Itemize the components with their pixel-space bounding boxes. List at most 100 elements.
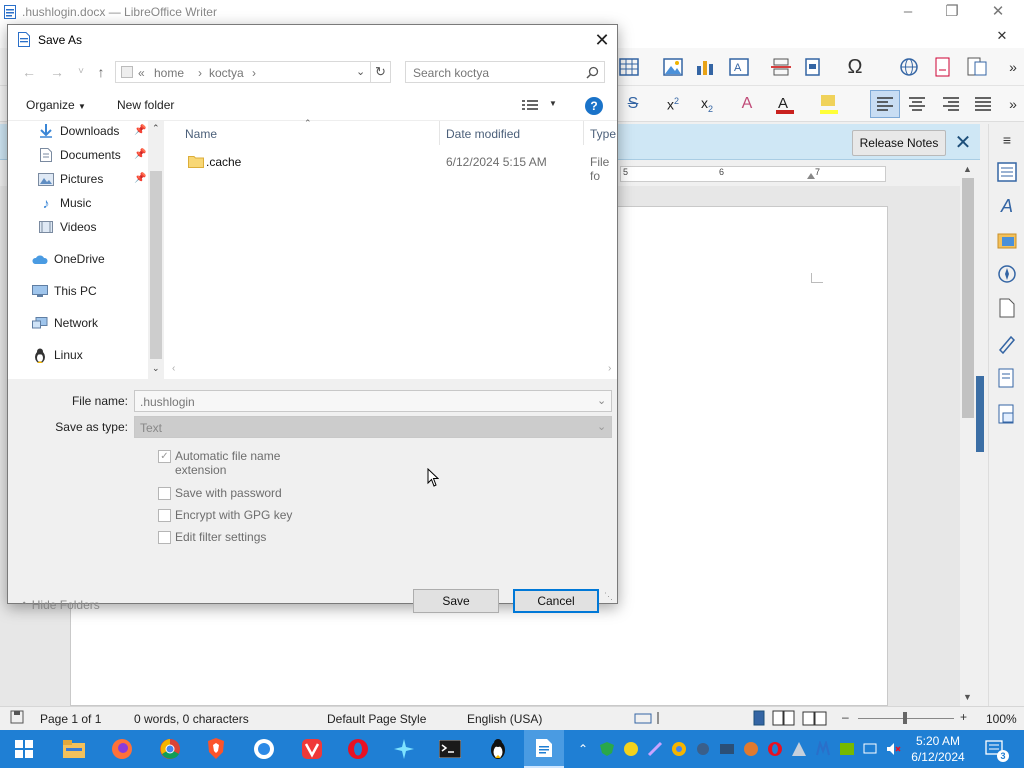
address-dropdown-icon[interactable]: ⌄ (356, 65, 365, 78)
scroll-left-icon[interactable]: ‹ (172, 363, 175, 374)
column-date-modified[interactable]: Date modified (446, 127, 520, 141)
view-options-icon[interactable] (522, 99, 538, 111)
clear-formatting-icon[interactable]: A (734, 91, 760, 117)
navigation-scrollbar[interactable]: ⌃ ⌄ (148, 121, 164, 379)
file-row[interactable]: .cache 6/12/2024 5:15 AM File fo (164, 151, 617, 183)
taskbar-clock[interactable]: 5:20 AM 6/12/2024 (906, 733, 970, 765)
nav-scroll-up-icon[interactable]: ⌃ (152, 123, 160, 134)
scroll-up-icon[interactable]: ▲ (963, 164, 972, 174)
hyperlink-icon[interactable] (896, 54, 922, 80)
browser-icon[interactable] (244, 730, 284, 768)
volume-muted-icon[interactable] (884, 739, 902, 759)
hide-folders-button[interactable]: ⌃ Hide Folders (20, 598, 100, 612)
textbox-icon[interactable]: A (726, 54, 752, 80)
file-name-field[interactable]: .hushlogin ⌄ (134, 390, 612, 412)
highlight-color-icon[interactable] (816, 91, 842, 117)
tray-app-icon[interactable] (622, 739, 640, 759)
linux-penguin-icon[interactable] (478, 730, 518, 768)
save-as-type-select[interactable]: Text ⌄ (134, 416, 612, 438)
tray-opera-icon[interactable] (766, 739, 784, 759)
page-count[interactable]: Page 1 of 1 (40, 712, 101, 726)
tray-shield-icon[interactable] (598, 739, 616, 759)
scroll-right-icon[interactable]: › (608, 363, 611, 374)
align-center-icon[interactable] (904, 91, 930, 117)
breadcrumb-home[interactable]: home (154, 66, 184, 80)
nav-item-music[interactable]: ♪ Music (38, 193, 92, 213)
nav-item-this-pc[interactable]: This PC (32, 281, 97, 301)
nav-item-documents[interactable]: Documents (38, 145, 121, 165)
page-break-icon[interactable] (768, 54, 794, 80)
up-arrow-icon[interactable]: ↑ (92, 62, 110, 82)
table-icon[interactable] (616, 54, 642, 80)
chrome-icon[interactable] (150, 730, 190, 768)
special-character-icon[interactable]: Ω (842, 54, 868, 80)
save-button[interactable]: Save (413, 589, 499, 613)
justify-icon[interactable] (970, 91, 996, 117)
styles-icon[interactable]: A (995, 194, 1019, 218)
tray-monitor-icon[interactable] (718, 739, 736, 759)
auto-extension-checkbox[interactable]: ✓ Automatic file name extension (158, 449, 280, 477)
more-format-icon[interactable]: » (1004, 91, 1022, 117)
help-icon[interactable]: ? (585, 97, 603, 115)
resize-grip-icon[interactable]: ⋱ (604, 591, 613, 602)
file-explorer-icon[interactable] (54, 730, 94, 768)
scroll-thumb[interactable] (962, 178, 974, 418)
zoom-out-icon[interactable]: – (842, 710, 849, 724)
sidebar-toggle-handle[interactable] (976, 376, 984, 452)
save-status-icon[interactable] (10, 710, 24, 724)
window-close-button[interactable]: ✕ (978, 2, 1018, 22)
tray-chrome-icon[interactable] (670, 739, 688, 759)
opera-icon[interactable] (338, 730, 378, 768)
book-view-icon[interactable] (802, 710, 828, 726)
brave-icon[interactable] (196, 730, 236, 768)
image-icon[interactable] (660, 54, 686, 80)
forward-arrow-icon[interactable]: → (48, 62, 66, 82)
start-windows-icon[interactable] (4, 730, 44, 768)
multi-page-view-icon[interactable] (772, 710, 796, 726)
nav-item-onedrive[interactable]: OneDrive (32, 249, 105, 269)
nav-item-videos[interactable]: Videos (38, 217, 96, 237)
organize-button[interactable]: Organize ▼ (26, 98, 86, 112)
libreoffice-writer-task-icon[interactable] (524, 730, 564, 768)
restore-button[interactable]: ❐ (932, 2, 972, 22)
save-as-type-dropdown-icon[interactable]: ⌄ (597, 420, 606, 433)
nav-item-downloads[interactable]: Downloads (38, 121, 119, 141)
chart-icon[interactable] (692, 54, 718, 80)
manage-changes-icon[interactable] (995, 366, 1019, 390)
zoom-level[interactable]: 100% (986, 712, 1017, 726)
tray-display-icon[interactable] (862, 739, 880, 759)
file-horizontal-scrollbar[interactable]: ‹ › (164, 361, 617, 378)
tray-pen-icon[interactable] (646, 739, 664, 759)
gallery-icon[interactable] (995, 228, 1019, 252)
single-page-view-icon[interactable] (752, 710, 766, 726)
zoom-slider-handle[interactable] (903, 712, 907, 724)
nav-scroll-down-icon[interactable]: ⌄ (152, 363, 160, 374)
tray-record-icon[interactable] (742, 739, 760, 759)
design-icon[interactable] (995, 402, 1019, 426)
ruler-indent-marker[interactable] (807, 173, 815, 179)
word-count[interactable]: 0 words, 0 characters (134, 712, 249, 726)
zoom-in-icon[interactable]: + (960, 710, 967, 724)
encrypt-gpg-checkbox[interactable]: Encrypt with GPG key (158, 508, 292, 522)
firefox-icon[interactable] (102, 730, 142, 768)
tray-nvidia-icon[interactable] (838, 739, 856, 759)
page-icon[interactable] (995, 296, 1019, 320)
footnote-icon[interactable] (930, 54, 956, 80)
file-name-dropdown-icon[interactable]: ⌄ (597, 394, 606, 407)
align-left-icon[interactable] (870, 90, 900, 118)
terminal-icon[interactable] (430, 730, 470, 768)
navigator-icon[interactable] (995, 262, 1019, 286)
close-document-icon[interactable]: ✕ (990, 26, 1014, 46)
font-color-icon[interactable]: A (772, 91, 798, 117)
page-style[interactable]: Default Page Style (327, 712, 426, 726)
back-arrow-icon[interactable]: ← (20, 62, 38, 82)
document-vertical-scrollbar[interactable]: ▲ ▼ (960, 162, 976, 706)
properties-icon[interactable] (995, 160, 1019, 184)
cancel-button[interactable]: Cancel (513, 589, 599, 613)
dialog-close-button[interactable]: ✕ (590, 29, 614, 51)
nav-item-linux[interactable]: Linux (32, 345, 83, 365)
save-with-password-checkbox[interactable]: Save with password (158, 486, 282, 500)
align-right-icon[interactable] (938, 91, 964, 117)
tray-settings-icon[interactable] (694, 739, 712, 759)
nav-item-pictures[interactable]: Pictures (38, 169, 103, 189)
